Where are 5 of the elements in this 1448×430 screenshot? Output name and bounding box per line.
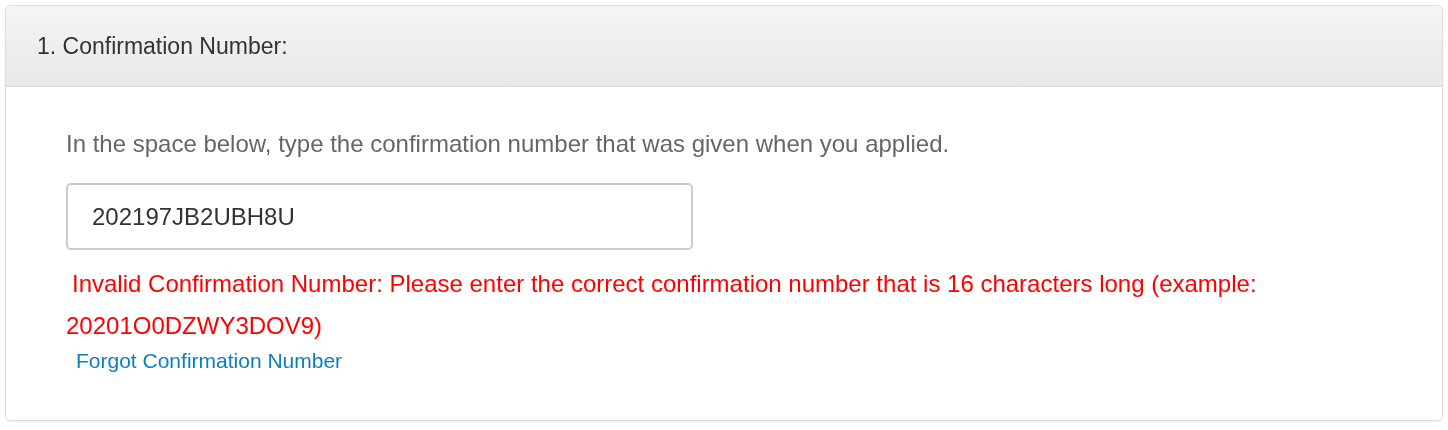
confirmation-number-field[interactable]: 202197JB2UBH8U bbox=[66, 183, 693, 250]
forgot-confirmation-link[interactable]: Forgot Confirmation Number bbox=[76, 349, 343, 373]
error-message: Invalid Confirmation Number: Please enter the correct confirmation number that is 16 characters long (example: 20201O0DZWY3DOV9) bbox=[66, 269, 1258, 341]
instruction-text: In the space below, type the confirmation number that was given when you applied. bbox=[66, 129, 950, 159]
panel-title: 1. Confirmation Number: bbox=[37, 32, 288, 60]
